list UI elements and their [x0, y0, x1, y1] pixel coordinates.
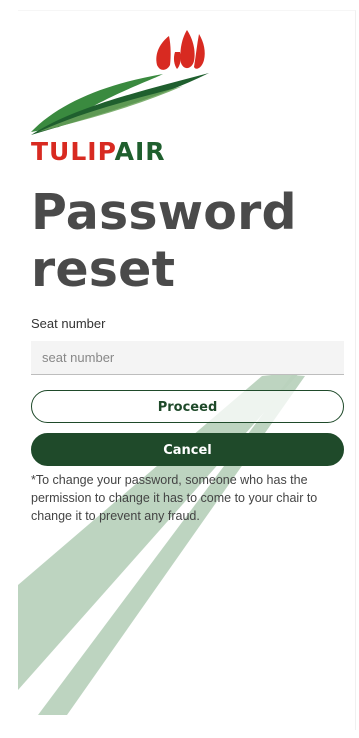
main-content: TULIPAIR Password reset Seat number Proc…: [31, 24, 344, 525]
cancel-button[interactable]: Cancel: [31, 433, 344, 466]
logo-block: TULIPAIR: [31, 24, 209, 167]
password-change-note: *To change your password, someone who ha…: [31, 473, 318, 523]
page-title: Password reset: [31, 184, 297, 298]
brand-name-part1: TULIP: [31, 137, 115, 166]
proceed-button[interactable]: Proceed: [31, 390, 344, 423]
seat-number-input[interactable]: [31, 341, 344, 375]
brand-logo-text: TULIPAIR: [31, 137, 166, 167]
brand-name-part2: AIR: [114, 137, 166, 166]
password-reset-page: TULIPAIR Password reset Seat number Proc…: [0, 0, 359, 738]
seat-number-label: Seat number: [31, 316, 106, 331]
